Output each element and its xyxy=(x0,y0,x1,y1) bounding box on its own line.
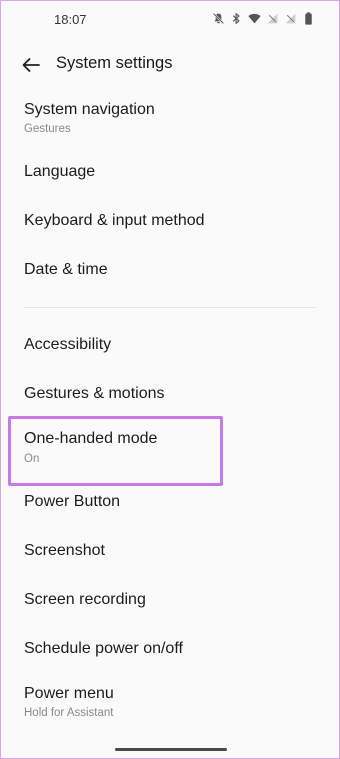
item-title: System navigation xyxy=(24,101,155,118)
item-title: Keyboard & input method xyxy=(24,212,205,229)
status-icons xyxy=(212,12,315,25)
item-title: Accessibility xyxy=(24,336,112,353)
mute-icon xyxy=(212,12,225,25)
back-arrow-icon[interactable] xyxy=(19,53,43,77)
item-title: Language xyxy=(24,163,96,180)
item-title: Schedule power on/off xyxy=(24,640,183,657)
status-bar: 18:07 xyxy=(1,1,339,39)
settings-item-keyboard-input[interactable]: Keyboard & input method xyxy=(1,202,339,242)
settings-item-screen-recording[interactable]: Screen recording xyxy=(1,581,339,621)
wifi-icon xyxy=(248,13,261,24)
item-subtitle: Hold for Assistant xyxy=(24,707,114,719)
page-title: System settings xyxy=(56,54,173,72)
settings-item-one-handed-mode[interactable]: One-handed mode On xyxy=(1,423,339,475)
top-app-bar: System settings xyxy=(1,45,339,85)
battery-icon xyxy=(305,12,312,25)
settings-item-language[interactable]: Language xyxy=(1,153,339,193)
item-title: Date & time xyxy=(24,261,108,278)
settings-item-screenshot[interactable]: Screenshot xyxy=(1,532,339,572)
settings-item-date-time[interactable]: Date & time xyxy=(1,251,339,291)
settings-item-schedule-power[interactable]: Schedule power on/off xyxy=(1,630,339,670)
settings-item-accessibility[interactable]: Accessibility xyxy=(1,326,339,366)
settings-item-power-menu[interactable]: Power menu Hold for Assistant xyxy=(1,678,339,730)
item-title: Screen recording xyxy=(24,591,146,608)
item-title: Power menu xyxy=(24,685,114,702)
item-title: Screenshot xyxy=(24,542,105,559)
item-subtitle: Gestures xyxy=(24,123,71,135)
no-signal-icon xyxy=(267,13,278,24)
bluetooth-icon xyxy=(232,13,240,24)
system-settings-screen: 18:07 System settings System navigation … xyxy=(0,0,340,759)
home-indicator[interactable] xyxy=(115,748,227,751)
no-signal-icon xyxy=(285,13,296,24)
settings-item-gestures-motions[interactable]: Gestures & motions xyxy=(1,375,339,415)
item-title: Power Button xyxy=(24,493,121,510)
settings-item-power-button[interactable]: Power Button xyxy=(1,483,339,523)
item-title: Gestures & motions xyxy=(24,385,165,402)
item-title: One-handed mode xyxy=(24,430,158,447)
settings-item-system-navigation[interactable]: System navigation Gestures xyxy=(1,93,339,145)
item-subtitle: On xyxy=(24,453,40,465)
status-time: 18:07 xyxy=(54,12,87,27)
section-divider xyxy=(24,307,316,308)
